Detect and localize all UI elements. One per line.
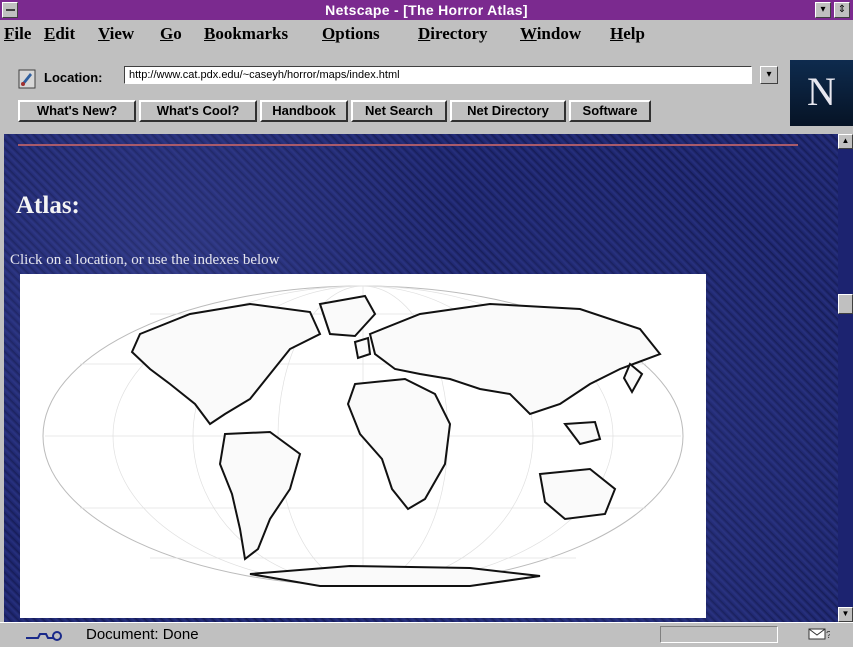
mail-icon[interactable]: ? xyxy=(808,627,830,641)
scroll-thumb[interactable] xyxy=(838,294,853,314)
location-bookmark-icon[interactable] xyxy=(18,69,36,89)
page-content: Atlas: Click on a location, or use the i… xyxy=(4,134,838,622)
status-bar: Document: Done ? xyxy=(0,622,853,647)
decorative-divider xyxy=(18,144,798,146)
menu-file[interactable]: File xyxy=(4,24,31,44)
menu-window[interactable]: Window xyxy=(520,24,581,44)
scroll-up-button[interactable]: ▲ xyxy=(838,134,853,149)
instructions-text: Click on a location, or use the indexes … xyxy=(10,252,280,268)
location-label: Location: xyxy=(44,70,103,85)
location-dropdown-button[interactable]: ▾ xyxy=(760,66,778,84)
whats-new-button[interactable]: What's New? xyxy=(18,100,136,122)
title-bar: Netscape - [The Horror Atlas] ▾ ⇕ xyxy=(0,0,853,20)
menu-help[interactable]: Help xyxy=(610,24,645,44)
status-text: Document: Done xyxy=(86,626,199,643)
security-key-icon xyxy=(26,631,62,641)
restore-button[interactable]: ⇕ xyxy=(834,2,850,18)
handbook-button[interactable]: Handbook xyxy=(260,100,348,122)
menu-directory[interactable]: Directory xyxy=(418,24,488,44)
window-title: Netscape - [The Horror Atlas] xyxy=(325,2,528,18)
world-map-image[interactable] xyxy=(20,274,706,618)
progress-indicator xyxy=(660,626,778,643)
page-heading: Atlas: xyxy=(16,192,80,219)
minimize-button[interactable]: ▾ xyxy=(815,2,831,18)
menu-options[interactable]: Options xyxy=(322,24,380,44)
menu-view[interactable]: View xyxy=(98,24,134,44)
net-directory-button[interactable]: Net Directory xyxy=(450,100,566,122)
net-search-button[interactable]: Net Search xyxy=(351,100,447,122)
menu-go[interactable]: Go xyxy=(160,24,182,44)
whats-cool-button[interactable]: What's Cool? xyxy=(139,100,257,122)
menu-bookmarks[interactable]: Bookmarks xyxy=(204,24,288,44)
vertical-scrollbar[interactable]: ▲ ▼ xyxy=(838,134,853,622)
menu-edit[interactable]: Edit xyxy=(44,24,75,44)
location-field[interactable]: http://www.cat.pdx.edu/~caseyh/horror/ma… xyxy=(124,66,752,84)
svg-text:?: ? xyxy=(826,630,830,641)
software-button[interactable]: Software xyxy=(569,100,651,122)
scroll-down-button[interactable]: ▼ xyxy=(838,607,853,622)
netscape-logo[interactable]: N xyxy=(790,60,853,126)
menu-bar: File Edit View Go Bookmarks Options Dire… xyxy=(0,20,853,46)
world-map-graphic[interactable] xyxy=(20,274,706,618)
